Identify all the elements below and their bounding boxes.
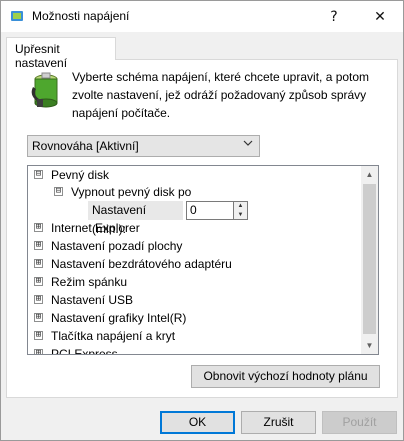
power-options-window: Možnosti napájení ? ✕ Upřesnit nastavení… [0,0,404,441]
tree-item-power-buttons[interactable]: ⊞ Tlačítka napájení a kryt [34,327,175,346]
power-plan-select[interactable]: Rovnováha [Aktivní] [27,135,260,157]
tree-item-label: PCI Express [51,347,118,355]
tree-item-label: Nastavení USB [51,293,134,307]
expand-icon[interactable]: ⊞ [34,259,43,269]
tree-item-label: Vypnout pevný disk po [71,185,192,199]
scroll-thumb[interactable] [363,184,376,334]
battery-icon [31,72,58,108]
scroll-down-icon[interactable]: ▼ [361,337,378,354]
title-bar: Možnosti napájení ? ✕ [1,1,403,32]
ok-button[interactable]: OK [160,411,235,434]
expand-icon[interactable]: ⊞ [34,331,43,341]
tree-item-label: Režim spánku [51,275,128,289]
tree-item-label: Nastavení bezdrátového adaptéru [51,257,232,271]
expand-icon[interactable]: ⊞ [34,223,43,233]
expand-icon[interactable]: ⊞ [34,313,43,323]
vertical-scrollbar[interactable]: ▲ ▼ [361,166,378,354]
setting-label: Nastavení (min.): [88,201,183,236]
tree-item-wireless-adapter[interactable]: ⊞ Nastavení bezdrátového adaptéru [34,255,232,274]
spin-down-icon[interactable]: ▼ [234,211,247,220]
window-title: Možnosti napájení [32,9,130,23]
tree-item-desktop-background[interactable]: ⊞ Nastavení pozadí plochy [34,237,182,256]
tree-item-usb[interactable]: ⊞ Nastavení USB [34,291,133,310]
tree-item-pci-express[interactable]: ⊞ PCI Express [34,345,118,355]
scroll-up-icon[interactable]: ▲ [361,166,378,183]
tree-item-label: Nastavení pozadí plochy [51,239,183,253]
expand-icon[interactable]: ⊞ [34,277,43,287]
tree-item-intel-graphics[interactable]: ⊞ Nastavení grafiky Intel(R) [34,309,186,328]
chevron-down-icon [243,139,253,150]
cancel-button[interactable]: Zrušit [241,411,316,434]
tab-advanced-settings[interactable]: Upřesnit nastavení [6,37,116,70]
tree-item-sleep[interactable]: ⊞ Režim spánku [34,273,127,292]
tree-item-label: Tlačítka napájení a kryt [51,329,176,343]
tree-item-label: Nastavení grafiky Intel(R) [51,311,187,325]
apply-button[interactable]: Použít [322,411,397,434]
expand-icon[interactable]: ⊞ [34,349,43,354]
settings-tree[interactable]: ⊟ Pevný disk ⊟ Vypnout pevný disk po Nasta… [27,165,379,355]
minutes-input[interactable]: 0 [186,201,234,220]
minutes-stepper[interactable]: ▲ ▼ [234,201,248,220]
power-options-icon [11,11,23,21]
expand-icon[interactable]: ⊞ [34,241,43,251]
restore-defaults-button[interactable]: Obnovit výchozí hodnoty plánu [191,365,380,388]
collapse-icon[interactable]: ⊟ [54,187,63,197]
spin-up-icon[interactable]: ▲ [234,202,247,211]
tree-item-label: Internet Explorer [51,221,140,235]
description-text: Vyberte schéma napájení, které chcete up… [72,70,370,120]
tree-item-label: Pevný disk [51,168,110,182]
close-button[interactable]: ✕ [357,1,403,32]
tree-item-internet-explorer[interactable]: ⊞ Internet Explorer [34,219,140,238]
tree-item-turn-off-disk[interactable]: ⊟ Vypnout pevný disk po [54,183,191,202]
collapse-icon[interactable]: ⊟ [34,170,43,180]
power-plan-value: Rovnováha [Aktivní] [32,139,139,153]
help-button[interactable]: ? [311,1,357,32]
expand-icon[interactable]: ⊞ [34,295,43,305]
